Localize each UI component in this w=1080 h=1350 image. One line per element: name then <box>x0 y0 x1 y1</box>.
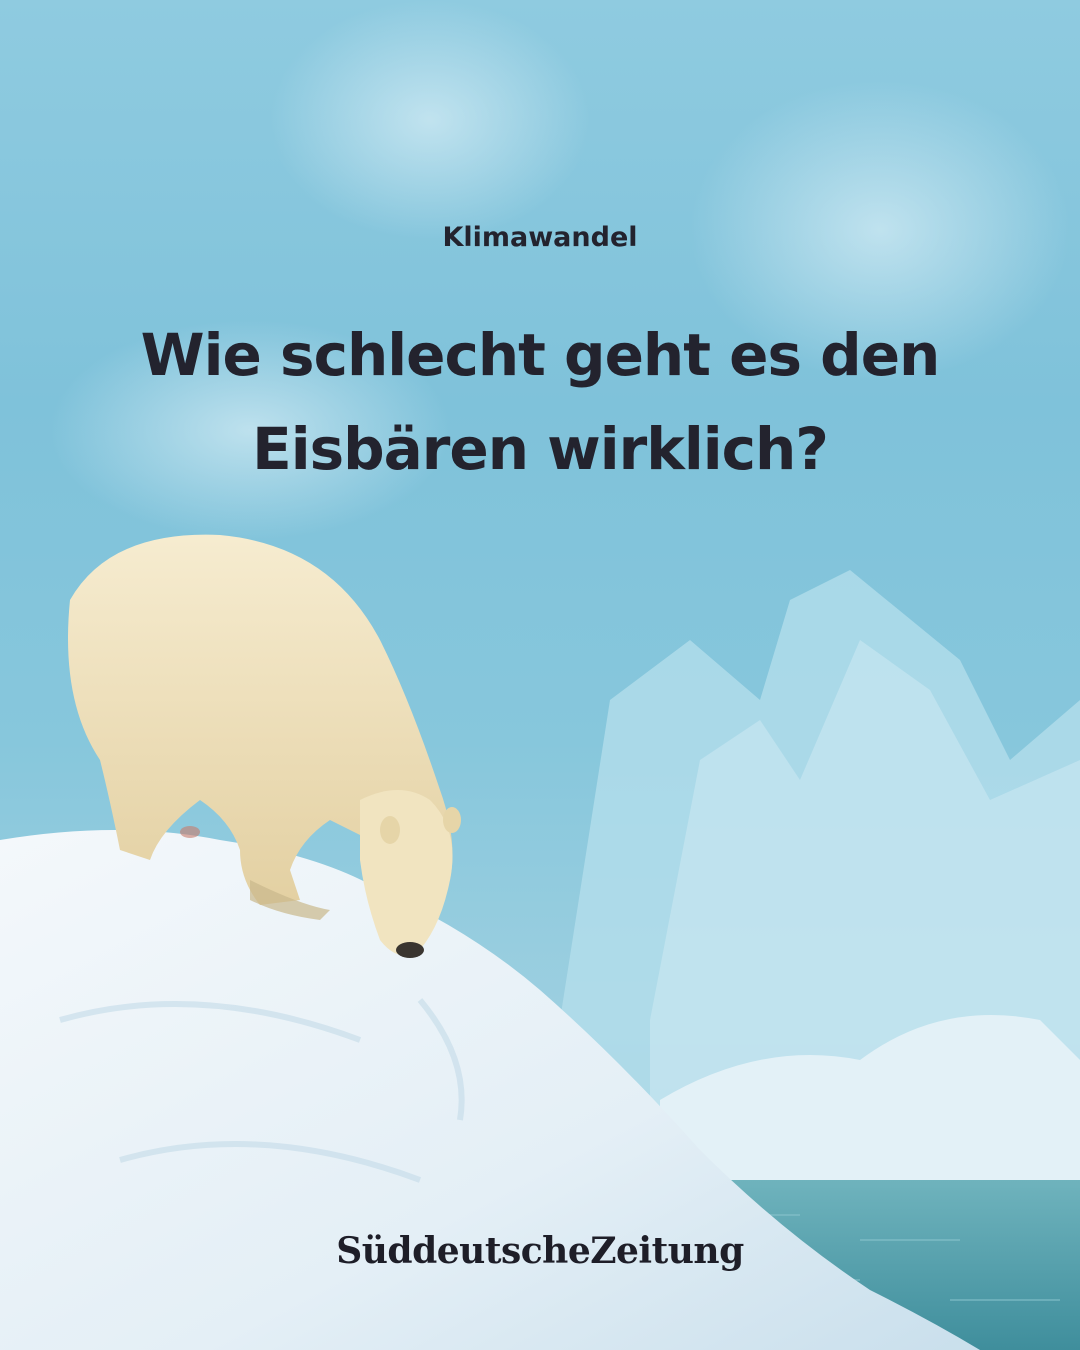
sueddeutsche-zeitung-logo: SüddeutscheZeitung <box>336 1230 744 1272</box>
headline: Wie schlecht geht es den Eisbären wirkli… <box>60 308 1020 496</box>
category-kicker: Klimawandel <box>442 222 638 253</box>
polar-bear-photo <box>0 0 1080 1350</box>
headline-line-2: Eisbären wirklich? <box>252 415 829 483</box>
headline-line-1: Wie schlecht geht es den <box>140 321 941 389</box>
post-canvas: Klimawandel Wie schlecht geht es den Eis… <box>0 0 1080 1350</box>
